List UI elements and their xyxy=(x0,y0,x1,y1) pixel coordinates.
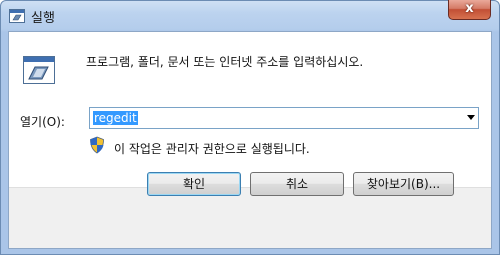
browse-button[interactable]: 찾아보기(B)... xyxy=(353,172,454,196)
cancel-button[interactable]: 취소 xyxy=(250,172,344,196)
admin-notice: 이 작업은 관리자 권한으로 실행됩니다. xyxy=(114,142,310,156)
ok-button[interactable]: 확인 xyxy=(147,172,241,196)
instruction-text: 프로그램, 폴더, 문서 또는 인터넷 주소를 입력하십시오. xyxy=(86,55,364,69)
run-icon xyxy=(9,8,25,23)
button-area xyxy=(9,187,491,248)
window-title: 실행 xyxy=(31,11,55,26)
open-input-value[interactable]: regedit xyxy=(93,111,138,125)
close-button[interactable]: x xyxy=(448,0,491,20)
title-bar[interactable]: 실행 x xyxy=(1,0,499,31)
chevron-down-icon[interactable] xyxy=(467,115,475,120)
run-dialog-window: 실행 x 프로그램, 폴더, 문서 또는 인터넷 주소를 입력하십시오. 열기(… xyxy=(0,0,500,255)
close-icon: x xyxy=(465,1,474,16)
run-program-icon xyxy=(23,56,55,84)
dialog-body: 프로그램, 폴더, 문서 또는 인터넷 주소를 입력하십시오. 열기(O): r… xyxy=(8,31,492,249)
uac-shield-icon xyxy=(89,136,105,154)
open-combobox[interactable]: regedit xyxy=(89,107,479,129)
open-label: 열기(O): xyxy=(20,115,65,129)
